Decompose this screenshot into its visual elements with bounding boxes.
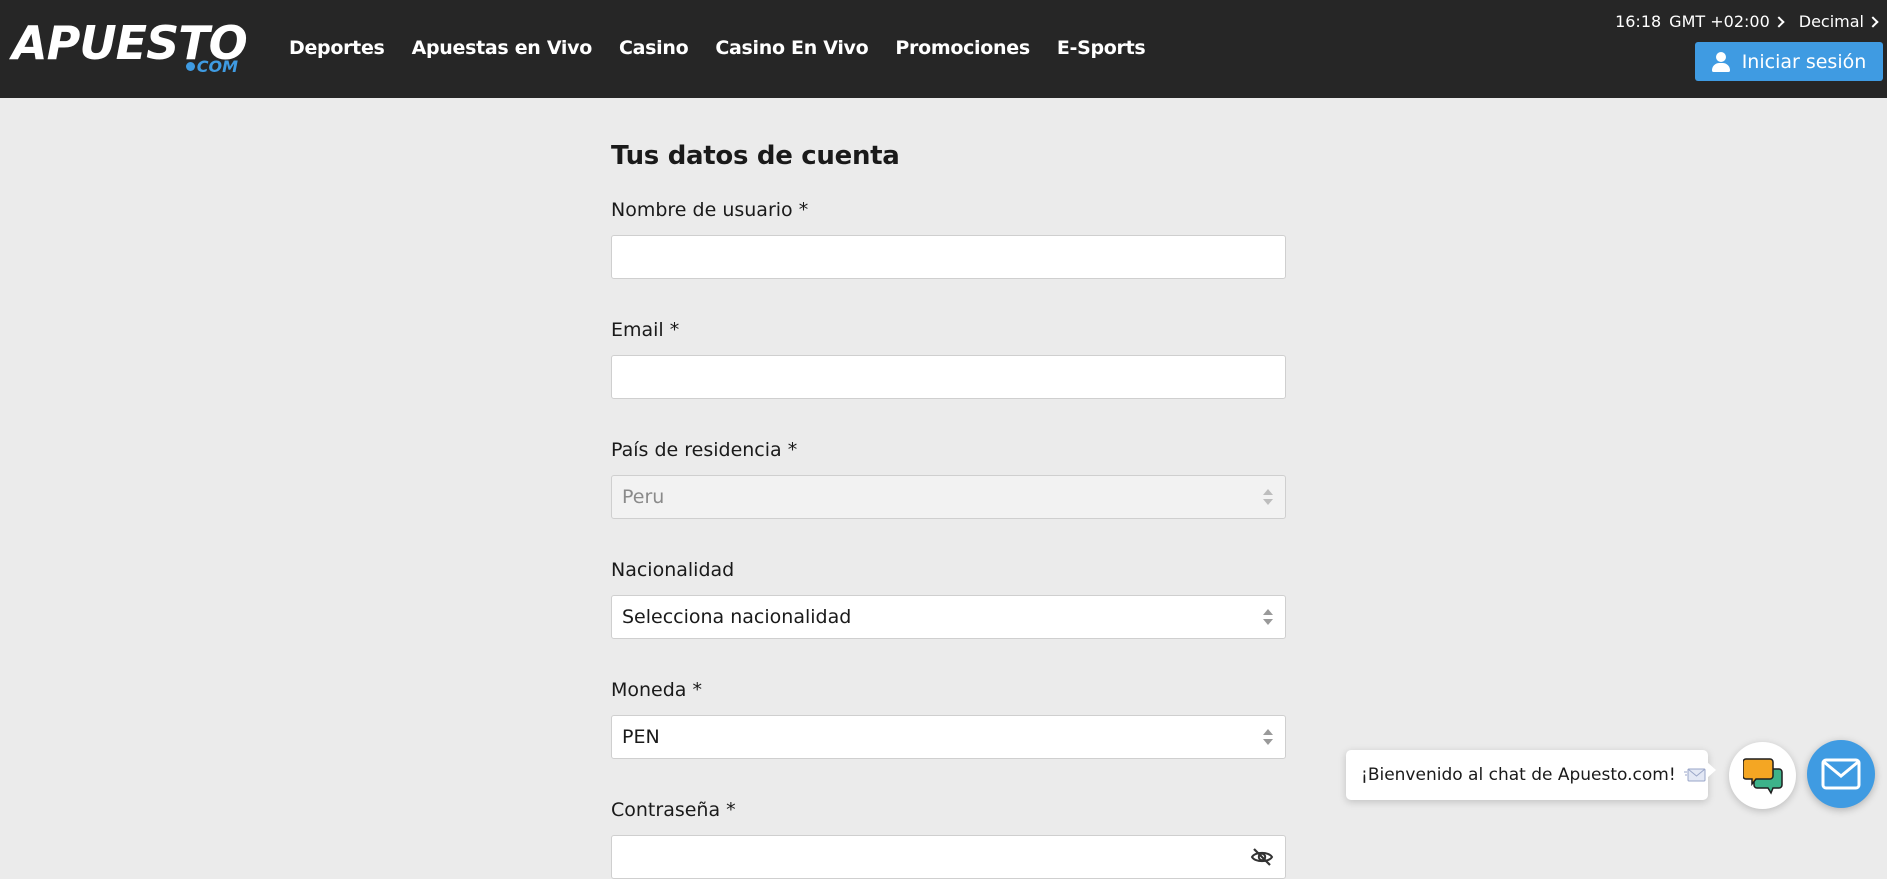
odds-format-selector[interactable]: Decimal [1799,12,1864,31]
login-button-label: Iniciar sesión [1741,50,1867,73]
password-input[interactable] [611,835,1286,879]
logo-suffix: COM [186,58,238,76]
currency-label: Moneda * [611,679,702,701]
email-label: Email * [611,319,680,341]
login-button[interactable]: Iniciar sesión [1695,42,1883,81]
email-field-group: Email * [611,318,1286,399]
select-arrows-icon [1263,729,1273,745]
eye-off-icon[interactable] [1250,845,1274,869]
nav-item-apuestas-en-vivo[interactable]: Apuestas en Vivo [412,37,593,59]
nationality-label: Nacionalidad [611,559,735,581]
envelope-icon [1821,758,1861,790]
clock-time: 16:18 [1615,12,1662,31]
contact-mail-button[interactable] [1807,740,1875,808]
nav-item-promociones[interactable]: Promociones [895,37,1030,59]
envelope-icon [1683,768,1706,782]
nav-item-deportes[interactable]: Deportes [289,37,385,59]
timezone-selector[interactable]: GMT +02:00 [1669,12,1770,31]
main-nav: Deportes Apuestas en Vivo Casino Casino … [289,30,1172,66]
open-chat-button[interactable] [1729,742,1796,809]
select-arrows-icon [1263,609,1273,625]
apuesto-logo[interactable]: APUESTO COM [12,18,248,76]
top-header: APUESTO COM Deportes Apuestas en Vivo Ca… [0,0,1887,98]
password-field-group: Contraseña * [611,798,1286,879]
form-title: Tus datos de cuenta [611,141,900,171]
chat-welcome-bubble[interactable]: ¡Bienvenido al chat de Apuesto.com! [1346,750,1716,800]
currency-selected-value: PEN [622,726,660,748]
nationality-select[interactable]: Selecciona nacionalidad [611,595,1286,639]
country-select: Peru [611,475,1286,519]
topbar-settings: 16:18 GMT +02:00 Decimal [1615,12,1879,31]
nationality-selected-value: Selecciona nacionalidad [622,606,852,628]
select-arrows-icon [1263,489,1273,505]
username-field-group: Nombre de usuario * [611,198,1286,279]
email-input[interactable] [611,355,1286,399]
chat-bubbles-icon [1743,758,1783,795]
nationality-field-group: Nacionalidad Selecciona nacionalidad [611,558,1286,639]
nav-item-casino[interactable]: Casino [619,37,689,59]
nav-item-casino-en-vivo[interactable]: Casino En Vivo [715,37,868,59]
chat-welcome-text: ¡Bienvenido al chat de Apuesto.com! [1361,765,1676,785]
country-field-group: País de residencia * Peru [611,438,1286,519]
country-selected-value: Peru [622,486,665,508]
password-wrapper [611,835,1286,879]
username-label: Nombre de usuario * [611,199,809,221]
currency-field-group: Moneda * PEN [611,678,1286,759]
user-icon [1711,51,1730,72]
username-input[interactable] [611,235,1286,279]
account-details-form: Tus datos de cuenta Nombre de usuario * … [611,136,1286,879]
currency-select[interactable]: PEN [611,715,1286,759]
password-label: Contraseña * [611,799,736,821]
chevron-right-icon[interactable] [1867,15,1879,28]
nav-item-e-sports[interactable]: E-Sports [1057,37,1146,59]
country-label: País de residencia * [611,439,798,461]
chevron-right-icon[interactable] [1773,15,1785,28]
